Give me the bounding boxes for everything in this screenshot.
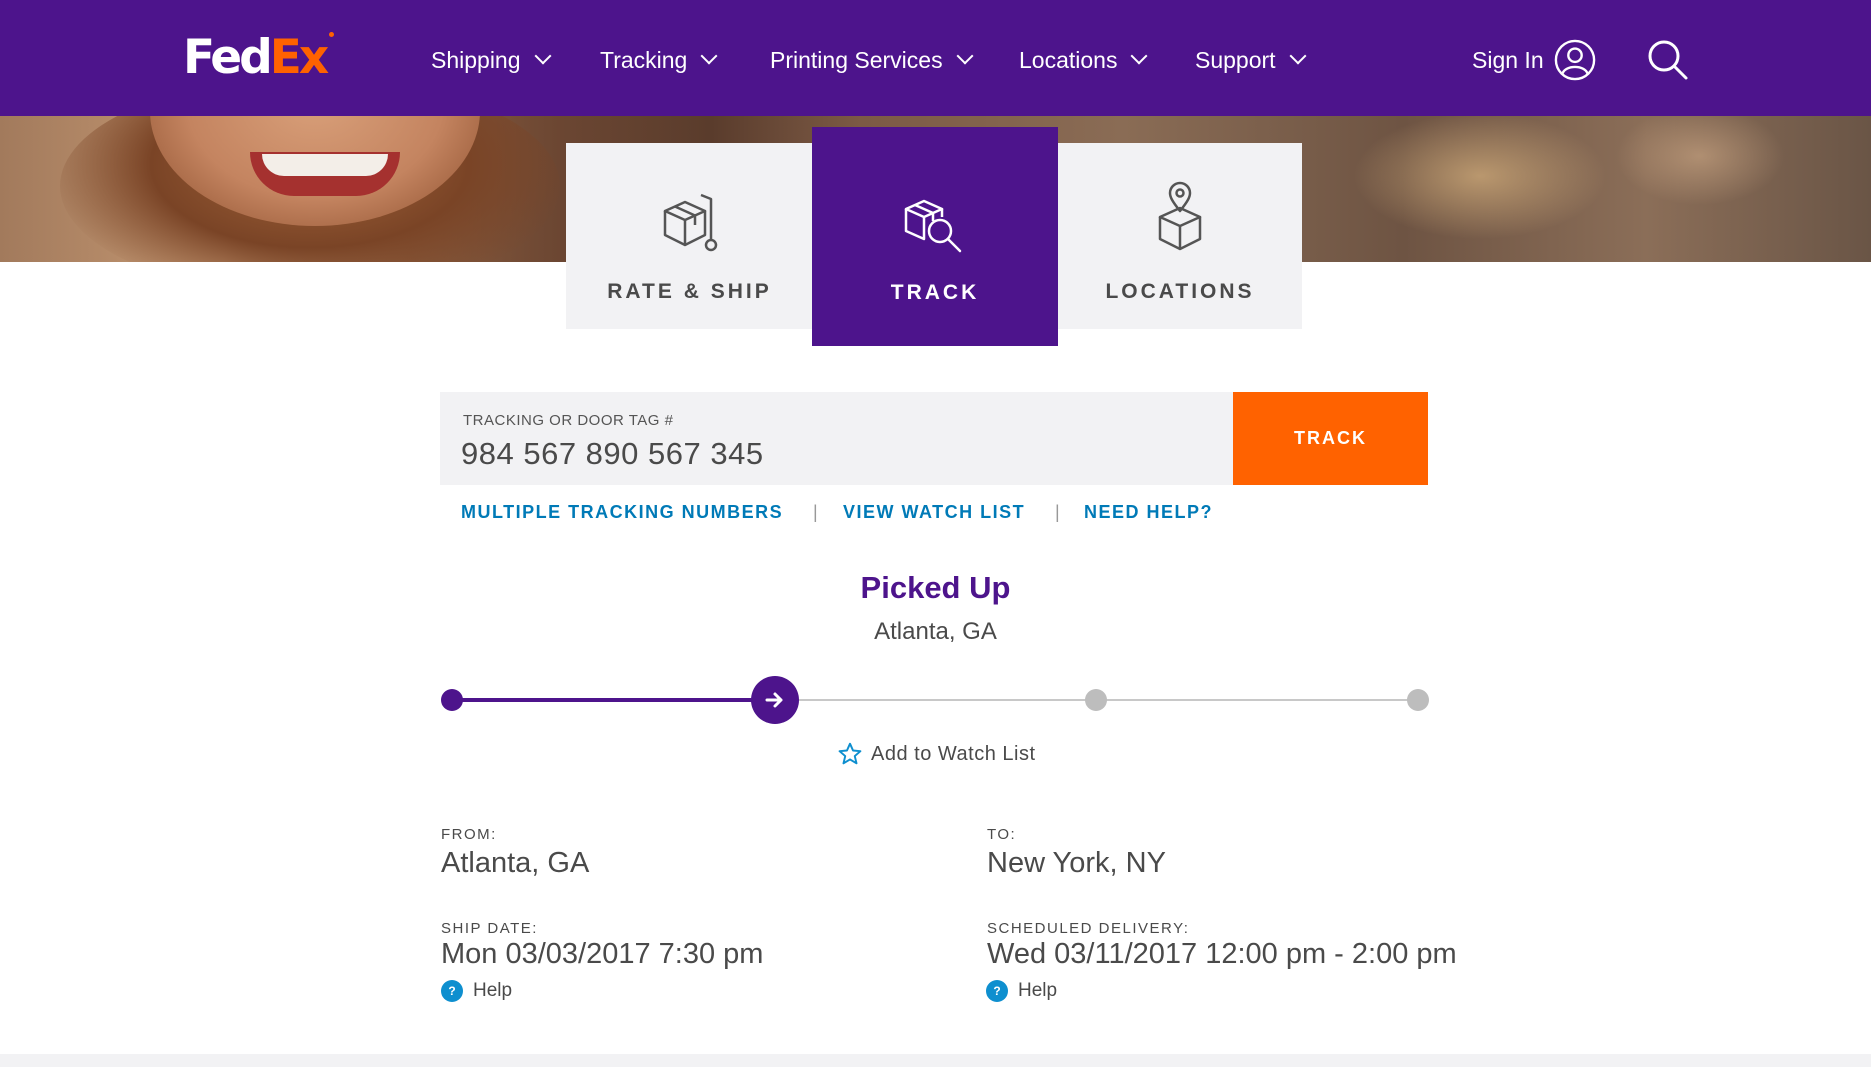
help-icon: ? xyxy=(986,980,1008,1002)
scheduled-delivery-label: SCHEDULED DELIVERY: xyxy=(987,920,1190,937)
nav-shipping-label: Shipping xyxy=(431,46,521,73)
footer-divider xyxy=(0,1054,1871,1067)
help-label: Help xyxy=(473,980,513,1001)
top-navigation-bar: FedEx Shipping Tracking Printing Service… xyxy=(0,0,1871,116)
nav-tracking[interactable]: Tracking xyxy=(600,40,718,80)
hero-teeth xyxy=(262,154,388,176)
logo-ex: Ex xyxy=(269,30,329,85)
star-icon xyxy=(838,742,862,765)
link-separator: | xyxy=(813,502,818,522)
from-label: FROM: xyxy=(441,826,497,843)
fedex-logo[interactable]: FedEx xyxy=(183,30,335,85)
logo-fed: Fed xyxy=(183,30,273,85)
box-on-hand-truck-icon xyxy=(663,193,717,252)
nav-locations[interactable]: Locations xyxy=(1019,40,1148,80)
to-value: New York, NY xyxy=(987,847,1166,879)
tab-rate-and-ship[interactable]: RATE & SHIP xyxy=(566,143,813,329)
tracking-field-label: TRACKING OR DOOR TAG # xyxy=(463,412,674,429)
progress-step-origin xyxy=(441,689,463,711)
search-icon[interactable] xyxy=(1646,38,1690,82)
sign-in-label: Sign In xyxy=(1472,46,1544,73)
add-to-watch-list-button[interactable]: Add to Watch List xyxy=(837,741,1036,767)
tab-track[interactable]: TRACK xyxy=(812,127,1058,346)
user-circle-icon xyxy=(1554,39,1595,81)
add-to-watch-list-label: Add to Watch List xyxy=(871,742,1036,765)
tab-rate-and-ship-label: RATE & SHIP xyxy=(607,280,772,303)
progress-step-delivered xyxy=(1407,689,1429,711)
ship-date-help-link[interactable]: ? Help xyxy=(441,980,512,1002)
tab-locations[interactable]: LOCATIONS xyxy=(1058,143,1302,329)
delivery-help-link[interactable]: ? Help xyxy=(986,980,1057,1002)
nav-support-label: Support xyxy=(1195,46,1276,73)
shipment-status-location: Atlanta, GA xyxy=(874,618,997,645)
progress-step-current xyxy=(751,676,799,724)
need-help-link[interactable]: NEED HELP? xyxy=(1084,502,1213,526)
tracking-number-field[interactable]: TRACKING OR DOOR TAG # xyxy=(440,392,1233,485)
chevron-down-icon xyxy=(956,47,974,65)
chevron-down-icon xyxy=(1130,47,1148,65)
box-location-pin-icon xyxy=(1158,181,1202,251)
ship-date-value: Mon 03/03/2017 7:30 pm xyxy=(441,938,764,970)
chevron-down-icon xyxy=(700,47,718,65)
track-button[interactable]: TRACK xyxy=(1233,392,1428,485)
tab-track-label: TRACK xyxy=(890,281,980,304)
nav-shipping[interactable]: Shipping xyxy=(431,40,552,80)
chevron-down-icon xyxy=(1289,47,1307,65)
nav-printing-services-label: Printing Services xyxy=(770,46,943,73)
help-label: Help xyxy=(1018,980,1058,1001)
nav-printing-services[interactable]: Printing Services xyxy=(770,40,974,80)
nav-support[interactable]: Support xyxy=(1195,40,1307,80)
nav-locations-label: Locations xyxy=(1019,46,1118,73)
ship-date-label: SHIP DATE: xyxy=(441,920,538,937)
progress-line-completed xyxy=(452,698,762,702)
view-watch-list-link[interactable]: VIEW WATCH LIST xyxy=(843,502,1025,526)
logo-dot xyxy=(329,32,335,37)
link-separator: | xyxy=(1055,502,1060,522)
box-magnifier-icon xyxy=(904,199,962,253)
tracking-number-input[interactable] xyxy=(461,434,1201,474)
shipment-status-title: Picked Up xyxy=(860,570,1011,605)
scheduled-delivery-value: Wed 03/11/2017 12:00 pm - 2:00 pm xyxy=(987,938,1457,970)
to-label: TO: xyxy=(987,826,1017,843)
sign-in-link[interactable]: Sign In xyxy=(1472,38,1596,82)
help-icon: ? xyxy=(441,980,463,1002)
progress-step-in-transit xyxy=(1085,689,1107,711)
tab-locations-label: LOCATIONS xyxy=(1105,280,1255,303)
arrow-right-icon xyxy=(765,692,783,708)
chevron-down-icon xyxy=(534,47,552,65)
multiple-tracking-numbers-link[interactable]: MULTIPLE TRACKING NUMBERS xyxy=(461,502,783,526)
from-value: Atlanta, GA xyxy=(441,847,590,879)
nav-tracking-label: Tracking xyxy=(600,46,688,73)
